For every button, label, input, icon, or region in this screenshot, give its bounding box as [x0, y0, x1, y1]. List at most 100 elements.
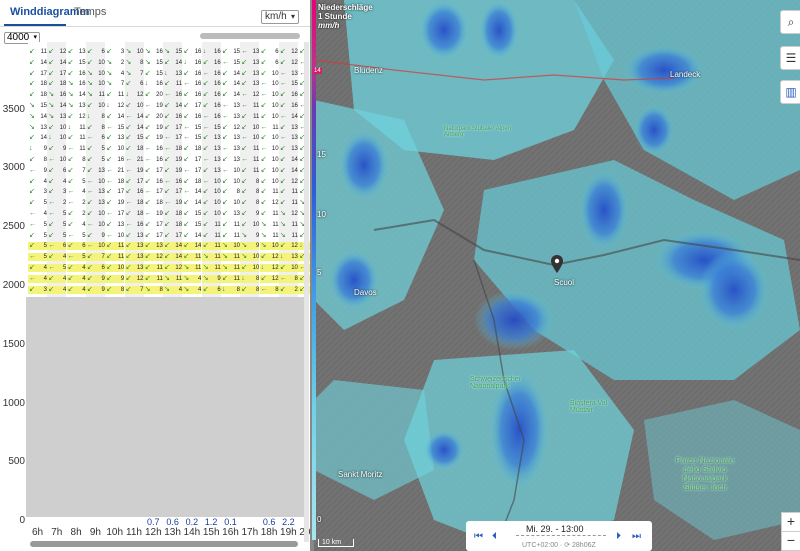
wind-arrow-icon: ↙: [241, 264, 248, 271]
wind-cell: ↓ 13: [163, 70, 182, 78]
wind-speed: 10: [59, 124, 67, 131]
wind-arrow-icon: ↙: [86, 274, 93, 282]
wind-arrow-icon: ↘: [144, 48, 151, 55]
wind-cell: ↙ 11: [240, 145, 259, 153]
wind-cell: ↘ 2: [105, 59, 124, 67]
wind-cell: ↙3: [28, 188, 47, 196]
top-scrollbar-thumb[interactable]: [200, 33, 300, 39]
wind-speed: 16: [194, 59, 202, 66]
wind-cell: ↙7: [85, 253, 105, 262]
wind-arrow-icon: ↙: [183, 156, 190, 163]
wind-arrow-icon: ↙: [48, 123, 55, 131]
wind-cell: ↘ 14: [47, 102, 66, 110]
wind-speed: 10: [271, 157, 279, 163]
wind-cell: ← 5: [47, 264, 67, 272]
wind-arrow-icon: ↘: [164, 285, 170, 293]
wind-arrow-icon: ↙: [144, 231, 151, 239]
wind-arrow-icon: ↓: [260, 264, 265, 271]
wind-speed: 11: [233, 232, 240, 239]
hour-label: 13h: [164, 527, 181, 538]
wind-speed: 19: [175, 167, 183, 174]
wind-arrow-icon: ←: [86, 134, 94, 142]
wind-speed: 10: [252, 135, 260, 142]
wind-arrow-icon: ↙: [260, 156, 267, 163]
vertical-scrollbar[interactable]: [304, 42, 309, 542]
wind-arrow-icon: ←: [144, 156, 152, 163]
wind-cell: ↙ 16: [67, 70, 86, 78]
wind-speed: 10: [59, 157, 67, 163]
rain-value: 0.6: [262, 517, 276, 527]
wind-speed: 15: [214, 124, 221, 131]
search-button[interactable]: ⌕: [780, 10, 800, 34]
wind-speed: 14: [233, 70, 240, 77]
precipitation-map[interactable]: Niederschläge 1 Stunde mm/h 15 10 5 0 Bl…: [314, 0, 800, 551]
wind-arrow-icon: ←: [279, 69, 287, 77]
wind-arrow-icon: ←: [144, 145, 152, 153]
wind-cell: ↘ 4: [182, 285, 202, 294]
wind-cell: ↙ 16: [202, 59, 221, 67]
wind-cell: ↘ 10: [240, 253, 260, 262]
chart-button[interactable]: ▥: [780, 80, 800, 104]
wind-cell: ↙ 6: [66, 242, 86, 251]
wind-arrow-icon: ↘: [260, 220, 267, 228]
settings-button[interactable]: ☰: [780, 46, 800, 70]
tab-temps[interactable]: Temps: [74, 6, 106, 18]
wind-cell: ↙ 18: [28, 91, 47, 99]
step-back-button[interactable]: ⏴: [492, 531, 497, 542]
skip-end-button[interactable]: ⏭: [632, 531, 641, 542]
wind-speed: 18: [175, 221, 183, 228]
wind-speed: 10: [98, 221, 105, 228]
wind-speed: 17: [156, 167, 163, 174]
wind-cell: ← 5: [67, 232, 86, 240]
wind-arrow-icon: ↙: [260, 199, 267, 207]
wind-speed: 14: [291, 113, 298, 120]
wind-speed: 16: [214, 81, 221, 88]
wind-cell: ↙ 18: [163, 210, 182, 218]
timeline-slider[interactable]: [516, 535, 606, 539]
skip-start-button[interactable]: ⏮: [474, 531, 483, 542]
hour-label: 10h: [106, 527, 124, 538]
wind-cell: ↙ 13: [124, 242, 144, 251]
wind-arrow-icon: ↙: [67, 156, 74, 163]
wind-arrow-icon: ↙: [222, 199, 228, 207]
step-forward-button[interactable]: ⏵: [616, 531, 621, 542]
wind-arrow-icon: ↙: [125, 253, 132, 261]
horizontal-scrollbar[interactable]: [30, 541, 298, 547]
wind-arrow-icon: ↙: [106, 156, 113, 163]
location-pin-icon[interactable]: [551, 255, 563, 273]
wind-speed: 16: [175, 113, 183, 120]
time-zone-info: UTC+02:00 · ⟳ 28h06Z: [522, 542, 596, 549]
wind-arrow-icon: ↘: [202, 253, 209, 261]
wind-arrow-icon: ←: [125, 220, 133, 228]
wind-arrow-icon: ←: [48, 242, 56, 250]
wind-cell: ↙ 13: [124, 253, 144, 262]
park-label: Biosfera Val Müstair: [570, 400, 608, 414]
wind-speed: 15: [78, 59, 86, 66]
wind-arrow-icon: ↘: [183, 264, 190, 271]
wind-arrow-icon: ←: [241, 91, 249, 99]
wind-speed: 11: [291, 221, 298, 228]
wind-arrow-icon: ←: [144, 210, 152, 217]
unit-select[interactable]: km/h ▾: [261, 10, 299, 24]
wind-speed: 18: [194, 178, 202, 185]
y-axis-label: 500: [8, 456, 25, 467]
wind-speed: 13: [136, 243, 144, 250]
zoom-out-button[interactable]: −: [781, 531, 800, 551]
wind-cell: ↙ 10: [202, 199, 221, 207]
wind-speed: 21: [136, 157, 144, 163]
wind-cell: ↙ 11: [143, 264, 163, 272]
wind-speed: 14: [175, 59, 183, 66]
wind-speed: 16: [156, 178, 163, 185]
map-scale: 10 km: [318, 539, 354, 547]
zoom-in-button[interactable]: +: [781, 512, 800, 532]
wind-speed: 16: [156, 81, 163, 88]
wind-arrow-icon: ↘: [106, 58, 113, 66]
wind-arrow-icon: ↘: [125, 58, 132, 66]
unit-select-value: km/h: [265, 11, 287, 22]
wind-speed: 19: [175, 200, 183, 207]
wind-cell: ↙ 14: [47, 59, 66, 67]
wind-arrow-icon: ↘: [144, 285, 151, 293]
wind-speed: 11: [272, 232, 279, 239]
altitude-select-value: 4000: [7, 32, 30, 43]
wind-arrow-icon: ↙: [86, 123, 93, 131]
